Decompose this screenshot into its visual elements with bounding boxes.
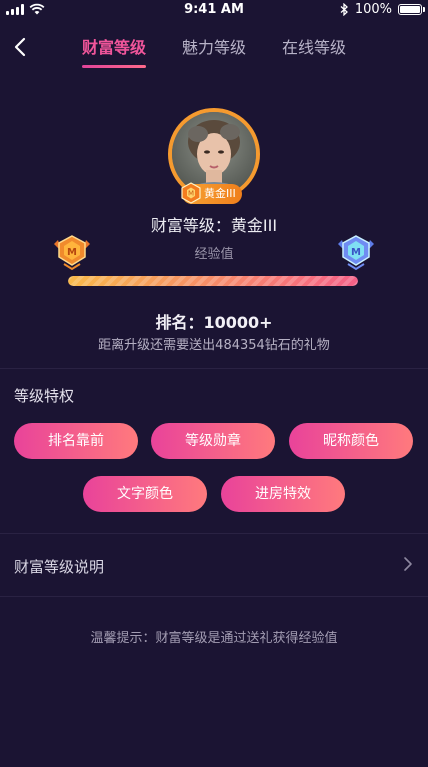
privilege-chip-entry-effect[interactable]: 进房特效 xyxy=(221,476,345,512)
battery-percent: 100% xyxy=(354,2,392,17)
tab-online-level[interactable]: 在线等级 xyxy=(282,34,346,68)
status-bar: 9:41 AM 100% xyxy=(0,0,428,20)
level-tabs: 财富等级 魅力等级 在线等级 xyxy=(0,34,428,68)
exp-label: 经验值 xyxy=(194,247,234,262)
nav-bar: 财富等级 魅力等级 在线等级 xyxy=(0,28,428,72)
tab-wealth-level[interactable]: 财富等级 xyxy=(81,34,146,68)
avatar-container: M 黄金III xyxy=(168,108,260,204)
privilege-chip-level-medal[interactable]: 等级勋章 xyxy=(151,423,275,459)
tab-charm-level[interactable]: 魅力等级 xyxy=(182,34,246,68)
wealth-level-explain-row[interactable]: 财富等级说明 xyxy=(0,534,428,596)
rank-badge: M 黄金III xyxy=(181,182,242,204)
status-right: 100% xyxy=(340,2,425,17)
privileges-title: 等级特权 xyxy=(14,387,75,405)
bluetooth-icon xyxy=(340,3,348,16)
warm-tip: 温馨提示：财富等级是通过送礼获得经验值 xyxy=(90,631,338,646)
explain-label: 财富等级说明 xyxy=(14,558,105,576)
privilege-chip-text-color[interactable]: 文字颜色 xyxy=(83,476,207,512)
gold-medal-icon: M xyxy=(181,182,201,204)
upgrade-hint: 距离升级还需要送出484354钻石的礼物 xyxy=(98,338,330,353)
privilege-chip-rank-top[interactable]: 排名靠前 xyxy=(14,423,138,459)
chevron-right-icon xyxy=(404,557,412,571)
rank-badge-label: 黄金III xyxy=(204,187,236,200)
exp-progress-bar xyxy=(68,276,358,286)
rank-text: 排名：10000+ xyxy=(155,313,273,332)
divider xyxy=(0,368,428,369)
privilege-chip-nickname-color[interactable]: 昵称颜色 xyxy=(289,423,413,459)
divider xyxy=(0,596,428,597)
exp-progress-fill xyxy=(68,276,358,286)
svg-text:M: M xyxy=(188,190,194,198)
battery-icon xyxy=(398,4,425,15)
